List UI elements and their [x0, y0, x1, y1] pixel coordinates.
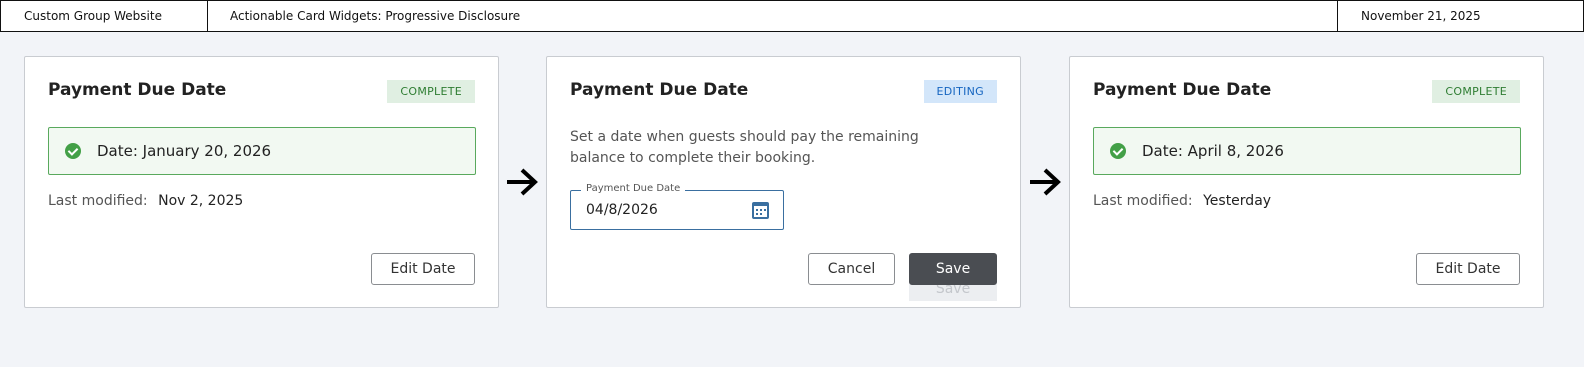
status-badge: COMPLETE	[1432, 80, 1520, 103]
payment-card-editing: Payment Due Date EDITING Set a date when…	[546, 56, 1021, 308]
payment-due-date-field[interactable]: Payment Due Date 04/8/2026	[570, 183, 784, 230]
field-label: Payment Due Date	[581, 183, 686, 194]
date-status-box: Date: April 8, 2026	[1093, 127, 1521, 175]
save-button[interactable]: Save	[909, 253, 997, 285]
last-modified: Last modified: Yesterday	[1093, 193, 1271, 209]
check-circle-icon	[65, 143, 81, 159]
payment-card-complete-updated: Payment Due Date COMPLETE Date: April 8,…	[1069, 56, 1544, 308]
date-status-box: Date: January 20, 2026	[48, 127, 476, 175]
calendar-icon[interactable]	[752, 202, 769, 219]
last-modified-label: Last modified:	[48, 193, 148, 209]
check-circle-icon	[1110, 143, 1126, 159]
last-modified-value: Nov 2, 2025	[158, 193, 244, 209]
edit-date-button[interactable]: Edit Date	[1416, 253, 1520, 285]
date-status-text: Date: January 20, 2026	[97, 142, 272, 160]
arrow-right-icon	[507, 168, 538, 196]
arrow-right-icon	[1030, 168, 1061, 196]
edit-date-button[interactable]: Edit Date	[371, 253, 475, 285]
card-title: Payment Due Date	[48, 80, 227, 100]
top-bar: Custom Group Website Actionable Card Wid…	[0, 0, 1584, 32]
last-modified: Last modified: Nov 2, 2025	[48, 193, 243, 209]
payment-card-complete-original: Payment Due Date COMPLETE Date: January …	[24, 56, 499, 308]
card-title: Payment Due Date	[1093, 80, 1272, 100]
date-status-text: Date: April 8, 2026	[1142, 142, 1284, 160]
cancel-button[interactable]: Cancel	[808, 253, 895, 285]
status-badge: EDITING	[923, 80, 997, 103]
card-title: Payment Due Date	[570, 80, 749, 100]
header-date: November 21, 2025	[1337, 1, 1583, 31]
page-title: Actionable Card Widgets: Progressive Dis…	[230, 9, 521, 23]
last-modified-value: Yesterday	[1203, 193, 1272, 209]
card-description: Set a date when guests should pay the re…	[570, 129, 919, 166]
field-value[interactable]: 04/8/2026	[586, 202, 658, 218]
site-name[interactable]: Custom Group Website	[1, 1, 208, 31]
status-badge: COMPLETE	[387, 80, 475, 103]
last-modified-label: Last modified:	[1093, 193, 1193, 209]
